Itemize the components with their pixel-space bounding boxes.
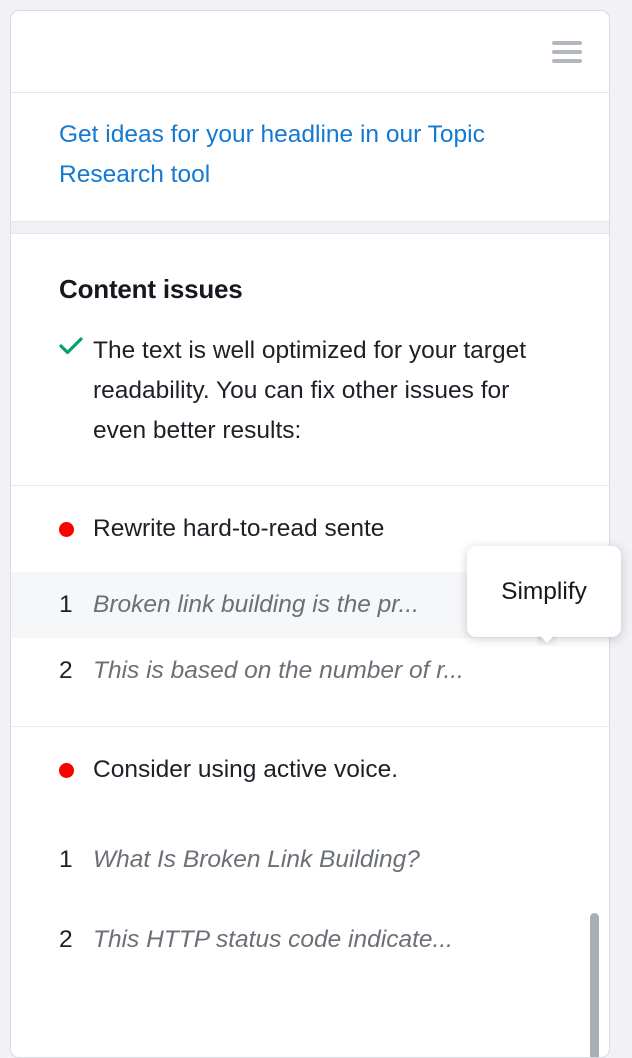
content-issues-title: Content issues: [59, 274, 243, 304]
sentence-row[interactable]: 2 This is based on the number of r...: [11, 638, 609, 704]
section-separator: [11, 221, 609, 234]
sentence-text: This is based on the number of r...: [93, 657, 464, 684]
red-dot-icon: [59, 762, 93, 778]
simplify-tooltip: Simplify: [467, 546, 621, 637]
issue-group-active-voice: Consider using active voice. 1 What Is B…: [11, 727, 609, 973]
sentence-number: 1: [59, 846, 73, 873]
sentence-row[interactable]: 1 What Is Broken Link Building?: [11, 827, 609, 893]
sentence-number: 2: [59, 926, 73, 953]
red-dot: [59, 762, 74, 778]
readability-note: The text is well optimized for your targ…: [11, 305, 609, 485]
topic-research-link[interactable]: Get ideas for your headline in our Topic…: [59, 115, 519, 195]
sentence-text: Broken link building is the pr...: [93, 591, 419, 618]
scrollbar-track[interactable]: [588, 11, 600, 1057]
issue-group-label: Rewrite hard-to-read sente: [93, 515, 385, 542]
hamburger-bar-1: [552, 40, 582, 45]
red-dot: [59, 521, 74, 537]
hamburger-menu-icon[interactable]: [552, 40, 582, 63]
green-check-icon: [59, 331, 93, 356]
hamburger-bar-2: [552, 49, 582, 54]
red-dot-icon: [59, 521, 93, 537]
panel-scrollbar[interactable]: [588, 11, 600, 1057]
scrollbar-thumb[interactable]: [590, 913, 599, 1057]
issue-group-header[interactable]: Consider using active voice.: [11, 727, 609, 813]
readability-note-text: The text is well optimized for your targ…: [93, 337, 527, 444]
panel-header: [11, 11, 609, 93]
sentence-text: This HTTP status code indicate...: [93, 926, 453, 953]
seo-writing-assistant-panel: Get ideas for your headline in our Topic…: [10, 10, 610, 1058]
sentence-text: What Is Broken Link Building?: [93, 846, 420, 873]
hamburger-bar-3: [552, 58, 582, 63]
topic-research-promo: Get ideas for your headline in our Topic…: [11, 93, 609, 221]
tooltip-arrow: [537, 636, 557, 646]
sentence-number: 2: [59, 657, 73, 684]
issue-group-label: Consider using active voice.: [93, 756, 399, 783]
sentence-number: 1: [59, 591, 73, 618]
simplify-tooltip-label: Simplify: [501, 577, 587, 605]
sentence-row[interactable]: 2 This HTTP status code indicate...: [11, 907, 609, 973]
